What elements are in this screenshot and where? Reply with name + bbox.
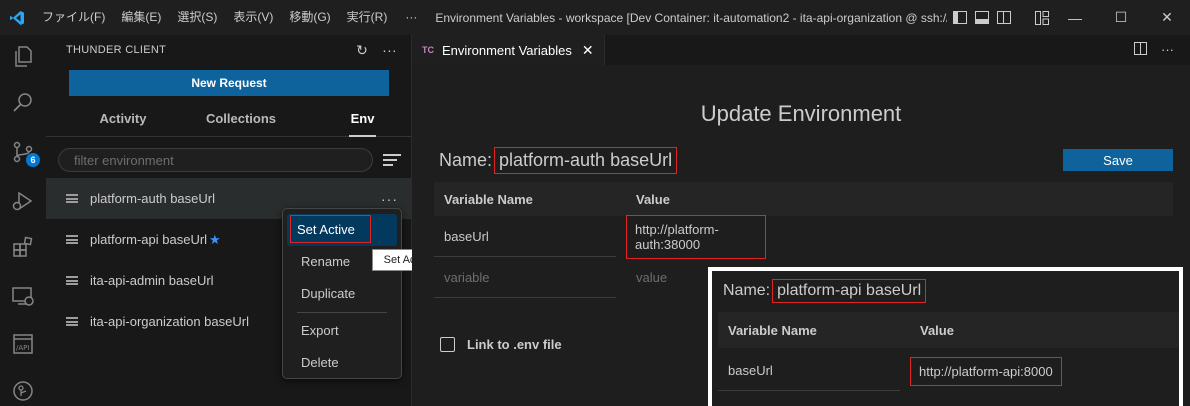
close-window-button[interactable]: ✕: [1144, 0, 1190, 35]
overlay-environment-panel: Name: platform-api baseUrl Variable Name…: [708, 267, 1183, 406]
table-row: baseUrl http://platform-api:8000: [718, 348, 1179, 394]
table-row: baseUrl http://platform-auth:38000: [434, 214, 1173, 259]
menu-selection[interactable]: 選択(S): [169, 0, 225, 35]
source-control-badge: 6: [26, 153, 40, 167]
extensions-icon[interactable]: [8, 232, 38, 262]
svg-text:/API: /API: [16, 344, 29, 352]
page-title: Update Environment: [700, 101, 902, 126]
env-name-field[interactable]: platform-auth baseUrl: [494, 147, 678, 174]
env-item-more-button[interactable]: ···: [381, 191, 398, 207]
menu-run[interactable]: 実行(R): [339, 0, 396, 35]
link-env-checkbox[interactable]: [440, 337, 455, 352]
overlay-env-name-field[interactable]: platform-api baseUrl: [772, 279, 927, 303]
column-header: Variable Name: [444, 191, 533, 207]
menu-edit[interactable]: 編集(E): [113, 0, 169, 35]
tab-collections[interactable]: Collections: [200, 101, 282, 136]
minimize-button[interactable]: —: [1052, 0, 1098, 35]
new-variable-name-input[interactable]: variable: [434, 257, 616, 298]
run-debug-icon[interactable]: [8, 186, 38, 216]
variable-value-field[interactable]: http://platform-api:8000: [910, 356, 1062, 386]
menu-item-delete[interactable]: Delete: [287, 347, 397, 379]
split-editor-icon[interactable]: [1134, 42, 1147, 58]
sidebar-title: THUNDER CLIENT: [66, 44, 167, 56]
env-context-menu: Set Active Rename Duplicate Export Delet…: [282, 208, 402, 379]
column-header: Value: [636, 191, 670, 207]
tab-environment-variables[interactable]: TC Environment Variables ✕: [412, 35, 605, 65]
refresh-icon[interactable]: ↻: [356, 42, 368, 59]
active-star-icon: ★: [209, 231, 221, 247]
table-header: Variable Name Value: [434, 182, 1173, 216]
toggle-primary-sidebar-icon[interactable]: [953, 11, 968, 24]
save-button[interactable]: Save: [1063, 149, 1173, 171]
sidebar-more-button[interactable]: ···: [382, 42, 397, 59]
git-graph-icon[interactable]: [8, 376, 38, 406]
variable-name-field[interactable]: baseUrl: [434, 216, 616, 257]
activity-bar: 6 /API: [0, 35, 46, 406]
customize-layout-icon[interactable]: [1035, 11, 1050, 25]
filter-environment-input[interactable]: [58, 148, 373, 172]
env-item-label: ita-api-admin baseUrl: [90, 273, 214, 288]
remote-explorer-icon[interactable]: [8, 281, 38, 311]
link-env-label: Link to .env file: [467, 337, 562, 352]
env-item-label: platform-auth baseUrl: [90, 191, 215, 206]
tab-title: Environment Variables: [442, 42, 572, 58]
variable-name-field[interactable]: baseUrl: [718, 351, 900, 391]
menu-item-duplicate[interactable]: Duplicate: [287, 278, 397, 310]
menu-view[interactable]: 表示(V): [225, 0, 281, 35]
table-header: Variable Name Value: [718, 312, 1179, 348]
editor-tab-bar: TC Environment Variables ✕ ···: [412, 35, 1190, 65]
menu-item-export[interactable]: Export: [287, 315, 397, 347]
env-item-label: platform-api baseUrl: [90, 232, 208, 247]
maximize-button[interactable]: ☐: [1098, 0, 1144, 35]
list-icon: [66, 235, 78, 244]
menu-separator: [297, 312, 387, 313]
toggle-panel-icon[interactable]: [975, 11, 990, 24]
window-title: Environment Variables - workspace [Dev C…: [435, 10, 948, 25]
sidebar-tabs: Activity Collections Env: [46, 101, 412, 137]
editor-more-button[interactable]: ···: [1161, 42, 1174, 58]
list-icon: [66, 317, 78, 326]
list-icon: [66, 276, 78, 285]
list-icon: [66, 194, 78, 203]
name-label: Name:: [439, 150, 493, 170]
name-label: Name:: [723, 282, 771, 299]
vscode-logo-icon: [0, 0, 34, 35]
sidebar-header: THUNDER CLIENT ↻ ···: [46, 35, 411, 65]
column-header: Variable Name: [728, 322, 817, 338]
thunder-client-logo-icon: TC: [422, 45, 434, 55]
menu-go[interactable]: 移動(G): [281, 0, 338, 35]
source-control-icon[interactable]: 6: [8, 137, 40, 167]
title-bar: ファイル(F) 編集(E) 選択(S) 表示(V) 移動(G) 実行(R) ··…: [0, 0, 1190, 35]
close-icon[interactable]: ✕: [582, 42, 594, 59]
link-env-option[interactable]: Link to .env file: [440, 337, 562, 352]
variable-value-field[interactable]: http://platform-auth:38000: [626, 214, 766, 259]
menu-item-set-active[interactable]: Set Active: [287, 214, 397, 246]
overlay-name-row: Name: platform-api baseUrl: [723, 279, 927, 303]
name-row: Name: platform-auth baseUrl: [439, 147, 678, 174]
explorer-icon[interactable]: [8, 42, 38, 72]
column-header: Value: [920, 322, 954, 338]
overlay-variables-table: Variable Name Value baseUrl http://platf…: [718, 312, 1179, 394]
sort-menu-icon[interactable]: [383, 154, 401, 166]
menu-more-button[interactable]: ···: [395, 0, 427, 35]
env-item-label: ita-api-organization baseUrl: [90, 314, 249, 329]
search-icon[interactable]: [8, 88, 38, 118]
menu-file[interactable]: ファイル(F): [34, 0, 113, 35]
thunder-client-api-icon[interactable]: /API: [8, 329, 38, 359]
tab-env[interactable]: Env: [349, 101, 376, 137]
toggle-secondary-sidebar-icon[interactable]: [997, 11, 1012, 24]
menu-item-label: Set Active: [297, 222, 355, 237]
tab-activity[interactable]: Activity: [46, 101, 200, 136]
new-request-button[interactable]: New Request: [69, 70, 389, 96]
